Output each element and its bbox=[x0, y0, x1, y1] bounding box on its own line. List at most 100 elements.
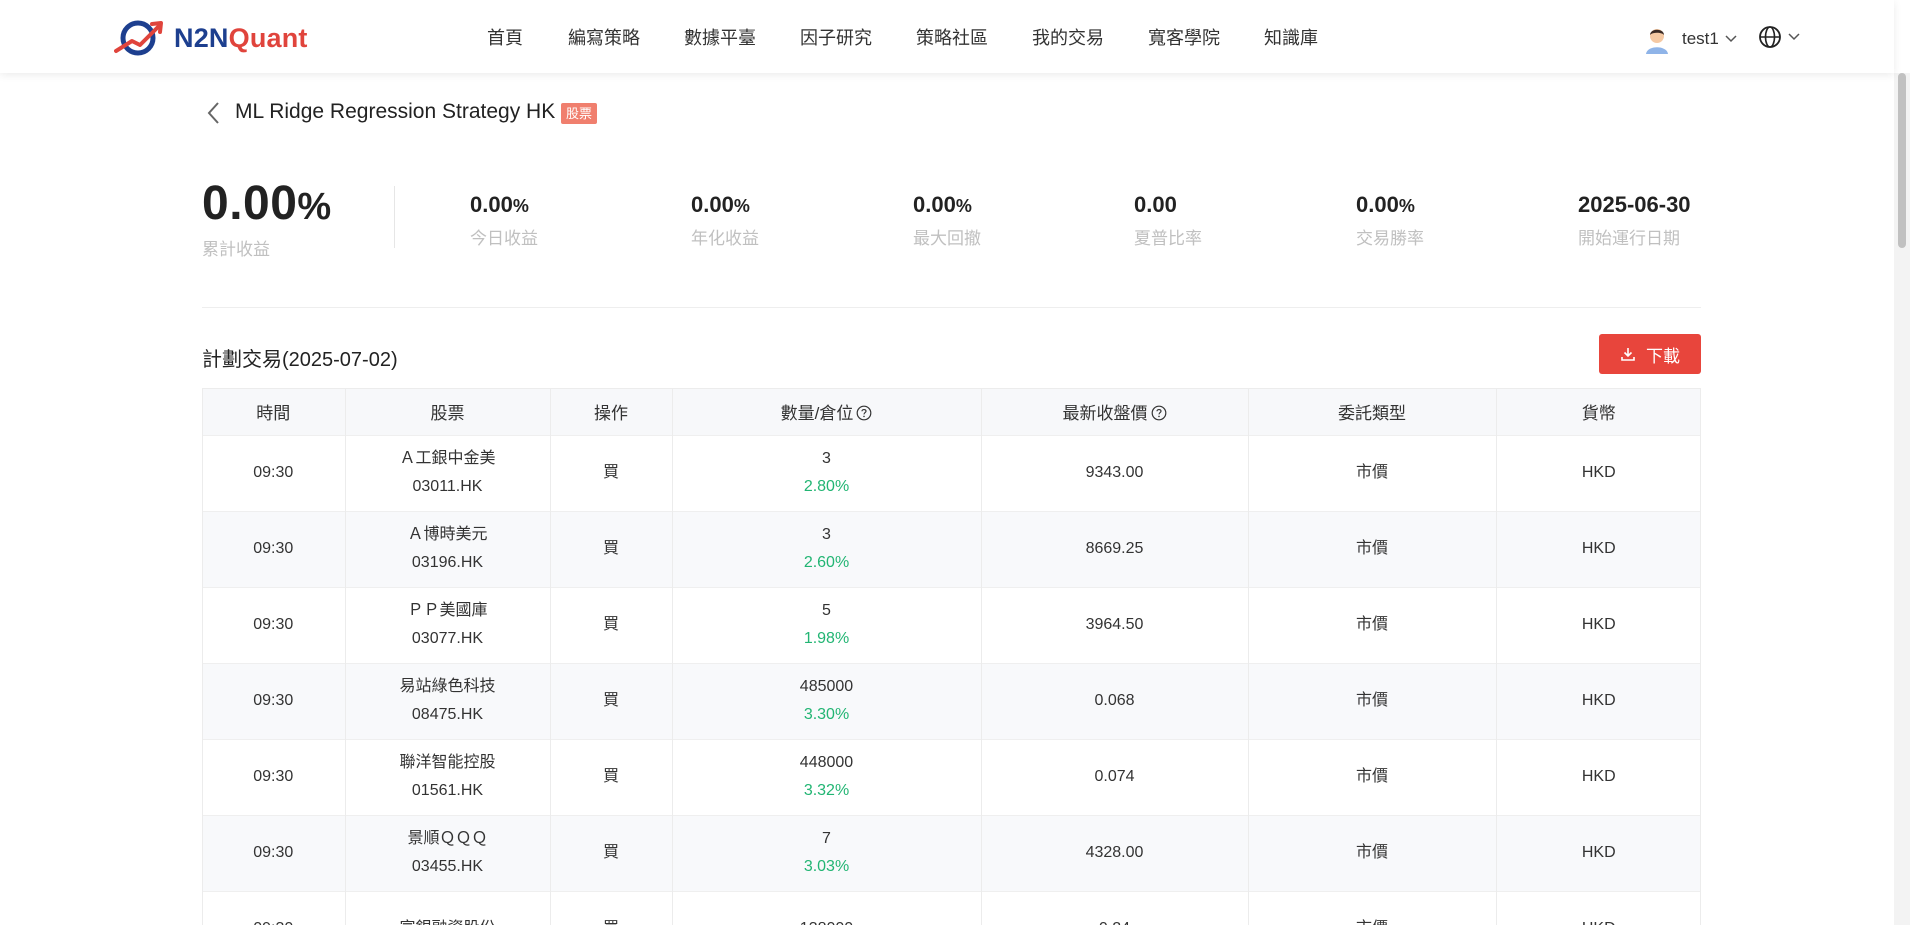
quantity-value: 448000 bbox=[799, 754, 854, 771]
cell-order-type: 市價 bbox=[1248, 511, 1497, 587]
cell-stock: ＰＰ美國庫 03077.HK bbox=[345, 587, 551, 663]
cell-action: 買 bbox=[550, 587, 673, 663]
nav-quant-academy[interactable]: 寬客學院 bbox=[1148, 24, 1220, 50]
cell-price: 0.24 bbox=[981, 891, 1249, 925]
stock-name: Ａ博時美元 bbox=[407, 526, 488, 543]
stat-unit: % bbox=[512, 196, 529, 216]
language-selector[interactable] bbox=[1758, 25, 1800, 49]
cell-price: 9343.00 bbox=[981, 435, 1249, 511]
cell-action: 買 bbox=[550, 815, 673, 891]
cell-price: 4328.00 bbox=[981, 815, 1249, 891]
stock-code: 01561.HK bbox=[411, 782, 484, 799]
position-pct: 1.98% bbox=[803, 630, 850, 647]
stat-value: 0.00 bbox=[470, 192, 513, 217]
cell-quantity: 3 2.60% bbox=[672, 511, 982, 587]
stock-name: 易站綠色科技 bbox=[399, 678, 496, 695]
cumulative-return-stat: 0.00% 累計收益 bbox=[202, 176, 332, 260]
divider bbox=[394, 186, 395, 248]
back-arrow-icon[interactable] bbox=[204, 100, 226, 126]
user-name: test1 bbox=[1682, 29, 1719, 48]
cell-currency: HKD bbox=[1496, 891, 1701, 925]
globe-icon bbox=[1759, 26, 1781, 48]
table-row: 09:30 ＰＰ美國庫 03077.HK 買 5 1.98% 3964.50 市價 … bbox=[202, 587, 1701, 663]
nav-data-platform[interactable]: 數據平臺 bbox=[684, 24, 756, 50]
nav-factor-research[interactable]: 因子研究 bbox=[800, 24, 872, 50]
cell-action: 買 bbox=[550, 663, 673, 739]
cell-stock: 富銀融資股份 bbox=[345, 891, 551, 925]
cell-time: 09:30 bbox=[202, 891, 346, 925]
logo-text: N2NQuant bbox=[174, 23, 308, 54]
nav-write-strategy[interactable]: 編寫策略 bbox=[568, 24, 640, 50]
table-row: 09:30 富銀融資股份 買 138000 0.24 市價 HKD bbox=[202, 891, 1701, 925]
cell-currency: HKD bbox=[1581, 540, 1616, 557]
position-pct: 2.80% bbox=[803, 478, 850, 495]
stat-value: 0.00 bbox=[913, 192, 956, 217]
position-pct: 3.32% bbox=[803, 782, 850, 799]
stock-code: 03011.HK bbox=[412, 478, 483, 495]
stock-code: 08475.HK bbox=[411, 706, 484, 723]
cell-stock: 易站綠色科技 08475.HK bbox=[345, 663, 551, 739]
stat-label: 夏普比率 bbox=[1134, 229, 1202, 248]
stock-name: Ａ工銀中金美 bbox=[399, 450, 496, 467]
cell-action: 買 bbox=[550, 739, 673, 815]
table-row: 09:30 Ａ工銀中金美 03011.HK 買 3 2.80% 9343.00 市價… bbox=[202, 435, 1701, 511]
cell-price: 3964.50 bbox=[981, 587, 1249, 663]
cell-price: 0.068 bbox=[981, 663, 1249, 739]
cell-currency: HKD bbox=[1581, 768, 1616, 785]
nav-home[interactable]: 首頁 bbox=[487, 24, 523, 50]
user-menu[interactable]: test1 bbox=[1642, 24, 1737, 54]
stat-sharpe-ratio: 0.00 夏普比率 bbox=[1134, 192, 1202, 249]
stat-value: 0.00 bbox=[691, 192, 734, 217]
stat-label: 今日收益 bbox=[470, 229, 538, 248]
stock-code: 03077.HK bbox=[411, 630, 484, 647]
stat-unit: % bbox=[297, 186, 332, 228]
scrollbar-thumb[interactable] bbox=[1898, 73, 1906, 248]
nav-my-trades[interactable]: 我的交易 bbox=[1032, 24, 1104, 50]
logo-icon bbox=[114, 20, 163, 56]
stat-win-rate: 0.00% 交易勝率 bbox=[1356, 192, 1424, 249]
nav-knowledge-base[interactable]: 知識庫 bbox=[1264, 24, 1318, 50]
stat-label: 開始運行日期 bbox=[1578, 229, 1680, 248]
cell-order-type: 市價 bbox=[1248, 739, 1497, 815]
cell-order-type: 市價 bbox=[1248, 815, 1497, 891]
cell-quantity: 5 1.98% bbox=[672, 587, 982, 663]
cell-currency: HKD bbox=[1581, 692, 1616, 709]
stock-name: 富銀融資股份 bbox=[346, 915, 550, 925]
page-title: ML Ridge Regression Strategy HK bbox=[235, 100, 556, 123]
logo[interactable]: N2NQuant bbox=[114, 17, 308, 59]
vertical-scrollbar[interactable] bbox=[1894, 73, 1910, 925]
column-header: 委託類型 bbox=[1248, 388, 1497, 435]
cell-quantity: 3 2.80% bbox=[672, 435, 982, 511]
stat-unit: % bbox=[733, 196, 750, 216]
cell-quantity: 485000 3.30% bbox=[672, 663, 982, 739]
stat-label: 交易勝率 bbox=[1356, 229, 1424, 248]
quantity-value: 138000 bbox=[673, 915, 981, 925]
table-row: 09:30 Ａ博時美元 03196.HK 買 3 2.60% 8669.25 市價 … bbox=[202, 511, 1701, 587]
stat-value: 0.00% bbox=[202, 176, 332, 231]
cell-action: 買 bbox=[550, 511, 673, 587]
section-title: 計劃交易(2025-07-02) bbox=[202, 349, 398, 371]
cell-order-type: 市價 bbox=[1248, 435, 1497, 511]
nav-strategy-community[interactable]: 策略社區 bbox=[916, 24, 988, 50]
cell-order-type: 市價 bbox=[1248, 587, 1497, 663]
cell-quantity: 138000 bbox=[672, 891, 982, 925]
stat-value: 2025-06-30 bbox=[1578, 192, 1691, 217]
help-icon[interactable] bbox=[1151, 405, 1167, 421]
table-header-row: 時間 股票 操作 數量/倉位 最新收盤價 委託類型 貨幣 bbox=[202, 388, 1701, 435]
download-button[interactable]: 下載 bbox=[1599, 334, 1701, 374]
stat-unit: % bbox=[955, 196, 972, 216]
cell-order-type: 市價 bbox=[1248, 891, 1497, 925]
stock-code: 03455.HK bbox=[411, 858, 484, 875]
cell-stock: Ａ工銀中金美 03011.HK bbox=[345, 435, 551, 511]
help-icon[interactable] bbox=[856, 405, 872, 421]
download-button-label: 下載 bbox=[1646, 346, 1680, 366]
quantity-value: 5 bbox=[822, 602, 831, 619]
cell-order-type: 市價 bbox=[1248, 663, 1497, 739]
cell-time: 09:30 bbox=[202, 663, 346, 739]
cell-time: 09:30 bbox=[202, 511, 346, 587]
cell-action: 買 bbox=[550, 435, 673, 511]
cell-time: 09:30 bbox=[202, 435, 346, 511]
stat-value: 0.00 bbox=[1356, 192, 1399, 217]
cell-stock: 景順ＱＱＱ 03455.HK bbox=[345, 815, 551, 891]
stat-label: 累計收益 bbox=[202, 240, 270, 259]
